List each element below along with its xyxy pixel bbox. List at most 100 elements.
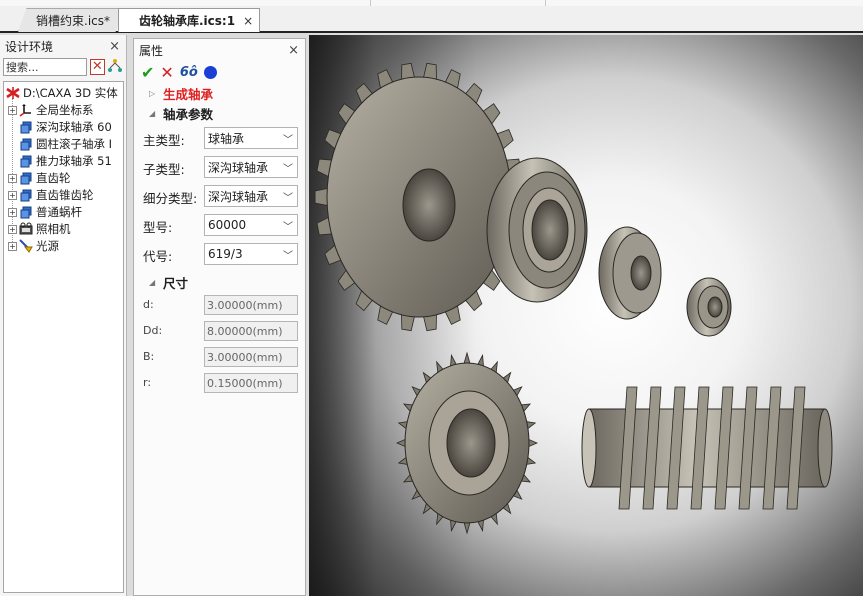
collapse-triangle-icon: ▷ — [149, 88, 156, 98]
select-value: 深沟球轴承 — [208, 189, 269, 204]
tree-item-thrust-ball-bearing[interactable]: 推力球轴承 51 — [8, 153, 112, 169]
search-input[interactable] — [3, 58, 87, 76]
panel-title: 属性 — [139, 43, 164, 58]
tree-item-label: 全局坐标系 — [36, 103, 94, 117]
tree-item-worm[interactable]: + 普通蜗杆 — [8, 204, 82, 220]
chevron-down-icon: ﹀ — [283, 251, 293, 262]
tree-item-label: 照相机 — [36, 222, 71, 236]
group-bearing-params[interactable]: ◢ 轴承参数 — [134, 103, 305, 123]
part-icon — [19, 205, 33, 219]
field-label: 主类型: — [143, 133, 185, 148]
tab-close-icon[interactable]: × — [243, 14, 253, 28]
tree-item-bevel-gear[interactable]: + 直齿锥齿轮 — [8, 187, 94, 203]
expand-icon[interactable]: + — [8, 241, 17, 251]
select-value: 619/3 — [208, 247, 243, 261]
field-model: 型号: 60000 ﹀ — [134, 210, 305, 239]
filter-tree-icon[interactable] — [107, 58, 123, 76]
field-label: Dd: — [143, 324, 163, 337]
detail-type-select[interactable]: 深沟球轴承 ﹀ — [204, 185, 298, 207]
panel-title: 设计环境 — [5, 39, 54, 54]
tree-item-label: 推力球轴承 51 — [36, 154, 112, 168]
group-title: 轴承参数 — [163, 106, 214, 122]
light-icon — [19, 239, 33, 253]
part-icon — [19, 120, 33, 134]
tab-label: 齿轮轴承库.ics:1 — [139, 14, 236, 28]
apply-dot-icon[interactable] — [203, 65, 217, 79]
expand-triangle-icon: ◢ — [149, 277, 156, 287]
expand-icon[interactable]: + — [8, 105, 17, 115]
field-label: 代号: — [143, 249, 173, 264]
main-type-select[interactable]: 球轴承 ﹀ — [204, 127, 298, 149]
worm-model[interactable] — [581, 386, 833, 510]
dim-row-dd: Dd: 8.00000(mm) — [134, 318, 305, 344]
tree-item-label: 普通蜗杆 — [36, 205, 82, 219]
part-icon — [19, 154, 33, 168]
group-dimensions[interactable]: ◢ 尺寸 — [134, 272, 305, 292]
dim-row-r: r: 0.15000(mm) — [134, 370, 305, 396]
field-code: 代号: 619/3 ﹀ — [134, 239, 305, 268]
field-detail-type: 细分类型: 深沟球轴承 ﹀ — [134, 181, 305, 210]
close-icon[interactable]: × — [109, 39, 120, 54]
bevel-gear-model[interactable] — [396, 351, 538, 535]
ball-bearing-model[interactable] — [686, 277, 732, 337]
group-generate-bearing[interactable]: ▷ 生成轴承 — [134, 83, 305, 103]
select-value: 深沟球轴承 — [208, 160, 269, 175]
tab-label: 销槽约束.ics* — [36, 13, 110, 28]
part-icon — [19, 188, 33, 202]
panel-header: 设计环境 × — [0, 35, 126, 57]
design-environment-panel: 设计环境 × ✕ D:\CAXA 3D 实体 + 全局坐标系 深沟球轴承 — [0, 35, 127, 596]
sub-type-select[interactable]: 深沟球轴承 ﹀ — [204, 156, 298, 178]
design-tree: D:\CAXA 3D 实体 + 全局坐标系 深沟球轴承 60 圆柱滚子轴承 I … — [3, 81, 124, 593]
group-title: 尺寸 — [163, 275, 189, 291]
expand-icon[interactable]: + — [8, 173, 17, 183]
dim-r-field: 0.15000(mm) — [204, 373, 298, 393]
close-icon[interactable]: × — [288, 43, 299, 58]
3d-scene — [314, 62, 833, 535]
3d-viewport[interactable] — [309, 35, 863, 596]
dim-d-field: 3.00000(mm) — [204, 295, 298, 315]
roller-bearing-model[interactable] — [486, 157, 588, 303]
confirm-check-icon[interactable]: ✔ — [141, 63, 154, 82]
tree-item-label: 光源 — [36, 239, 59, 253]
group-title: 生成轴承 — [163, 86, 214, 102]
tree-item-light[interactable]: + 光源 — [8, 238, 59, 254]
toolbar-separator — [370, 0, 371, 6]
coordinate-system-icon — [19, 103, 33, 117]
tree-item-label: 直齿轮 — [36, 171, 71, 185]
tree-item-deep-groove-bearing[interactable]: 深沟球轴承 60 — [8, 119, 112, 135]
tree-item-label: D:\CAXA 3D 实体 — [23, 86, 118, 100]
tab-gear-bearing-library[interactable]: 齿轮轴承库.ics:1 × — [118, 8, 260, 32]
thrust-bearing-model[interactable] — [598, 226, 662, 320]
tree-item-cylindrical-roller-bearing[interactable]: 圆柱滚子轴承 I — [8, 136, 112, 152]
tab-pin-slot-constraint[interactable]: 销槽约束.ics* — [18, 8, 124, 32]
field-label: 细分类型: — [143, 191, 198, 206]
properties-toolbar: ✔ ✕ 6ô — [134, 61, 305, 83]
field-label: 型号: — [143, 220, 173, 235]
tree-item-global-coordinates[interactable]: + 全局坐标系 — [8, 102, 94, 118]
code-select[interactable]: 619/3 ﹀ — [204, 243, 298, 265]
select-value: 60000 — [208, 218, 247, 232]
expand-icon[interactable]: + — [8, 190, 17, 200]
dim-b-field: 3.00000(mm) — [204, 347, 298, 367]
cancel-x-icon[interactable]: ✕ — [160, 63, 173, 82]
chevron-down-icon: ﹀ — [283, 135, 293, 146]
tree-item-spur-gear[interactable]: + 直齿轮 — [8, 170, 71, 186]
field-label: d: — [143, 298, 154, 311]
tree-item-label: 深沟球轴承 60 — [36, 120, 112, 134]
panel-header: 属性 × — [134, 39, 305, 61]
expand-icon[interactable]: + — [8, 207, 17, 217]
search-row: ✕ — [0, 57, 126, 77]
part-icon — [19, 171, 33, 185]
tree-item-camera[interactable]: + 照相机 — [8, 221, 71, 237]
spur-gear-model[interactable] — [314, 62, 524, 332]
part-icon — [19, 137, 33, 151]
preview-glasses-icon[interactable]: 6ô — [180, 65, 198, 80]
tree-root[interactable]: D:\CAXA 3D 实体 — [6, 85, 118, 101]
field-label: 子类型: — [143, 162, 185, 177]
model-select[interactable]: 60000 ﹀ — [204, 214, 298, 236]
clear-search-icon[interactable]: ✕ — [90, 59, 105, 75]
select-value: 球轴承 — [208, 131, 245, 146]
field-sub-type: 子类型: 深沟球轴承 ﹀ — [134, 152, 305, 181]
tree-item-label: 圆柱滚子轴承 I — [36, 137, 113, 151]
expand-icon[interactable]: + — [8, 224, 17, 234]
